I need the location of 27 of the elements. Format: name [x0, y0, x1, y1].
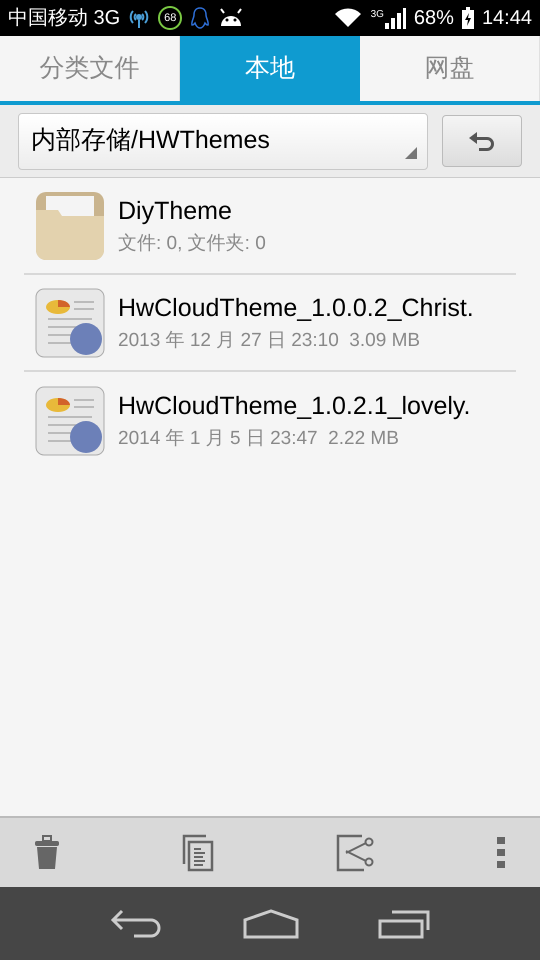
- counter-badge: 68: [158, 6, 182, 30]
- file-row[interactable]: DiyTheme 文件: 0, 文件夹: 0: [24, 178, 516, 275]
- unknown-file-icon: [34, 384, 106, 456]
- battery-percent: 68%: [414, 6, 454, 31]
- unknown-file-icon: [34, 286, 106, 358]
- penguin-icon: [190, 6, 210, 30]
- robot-icon: [218, 8, 244, 28]
- trash-icon: [34, 834, 60, 870]
- battery-icon: [462, 7, 474, 29]
- network-label: 3G: [370, 8, 384, 22]
- undo-icon: [467, 130, 497, 152]
- signal-icon: [384, 7, 406, 29]
- back-button[interactable]: [442, 115, 522, 167]
- more-icon: [496, 836, 506, 870]
- clock: 14:44: [482, 6, 532, 31]
- folder-icon: [34, 190, 106, 262]
- dropdown-corner-icon: [405, 146, 417, 158]
- copy-icon: [182, 834, 214, 872]
- carrier-name: 中国移动 3G: [8, 6, 120, 31]
- file-row[interactable]: HwCloudTheme_1.0.0.2_Christ. 2013 年 12 月 27 日 23:10 3.09 MB: [24, 275, 516, 372]
- home-nav-button[interactable]: [242, 908, 299, 938]
- recents-nav-button[interactable]: [378, 908, 430, 938]
- path-dropdown[interactable]: 内部存储/HWThemes: [18, 112, 428, 170]
- file-row[interactable]: HwCloudTheme_1.0.2.1_lovely. 2014 年 1 月 5 日 23:47 2.22 MB: [24, 372, 516, 469]
- recents-icon: [378, 908, 430, 938]
- home-icon: [242, 908, 299, 938]
- wifi-icon: [332, 7, 363, 29]
